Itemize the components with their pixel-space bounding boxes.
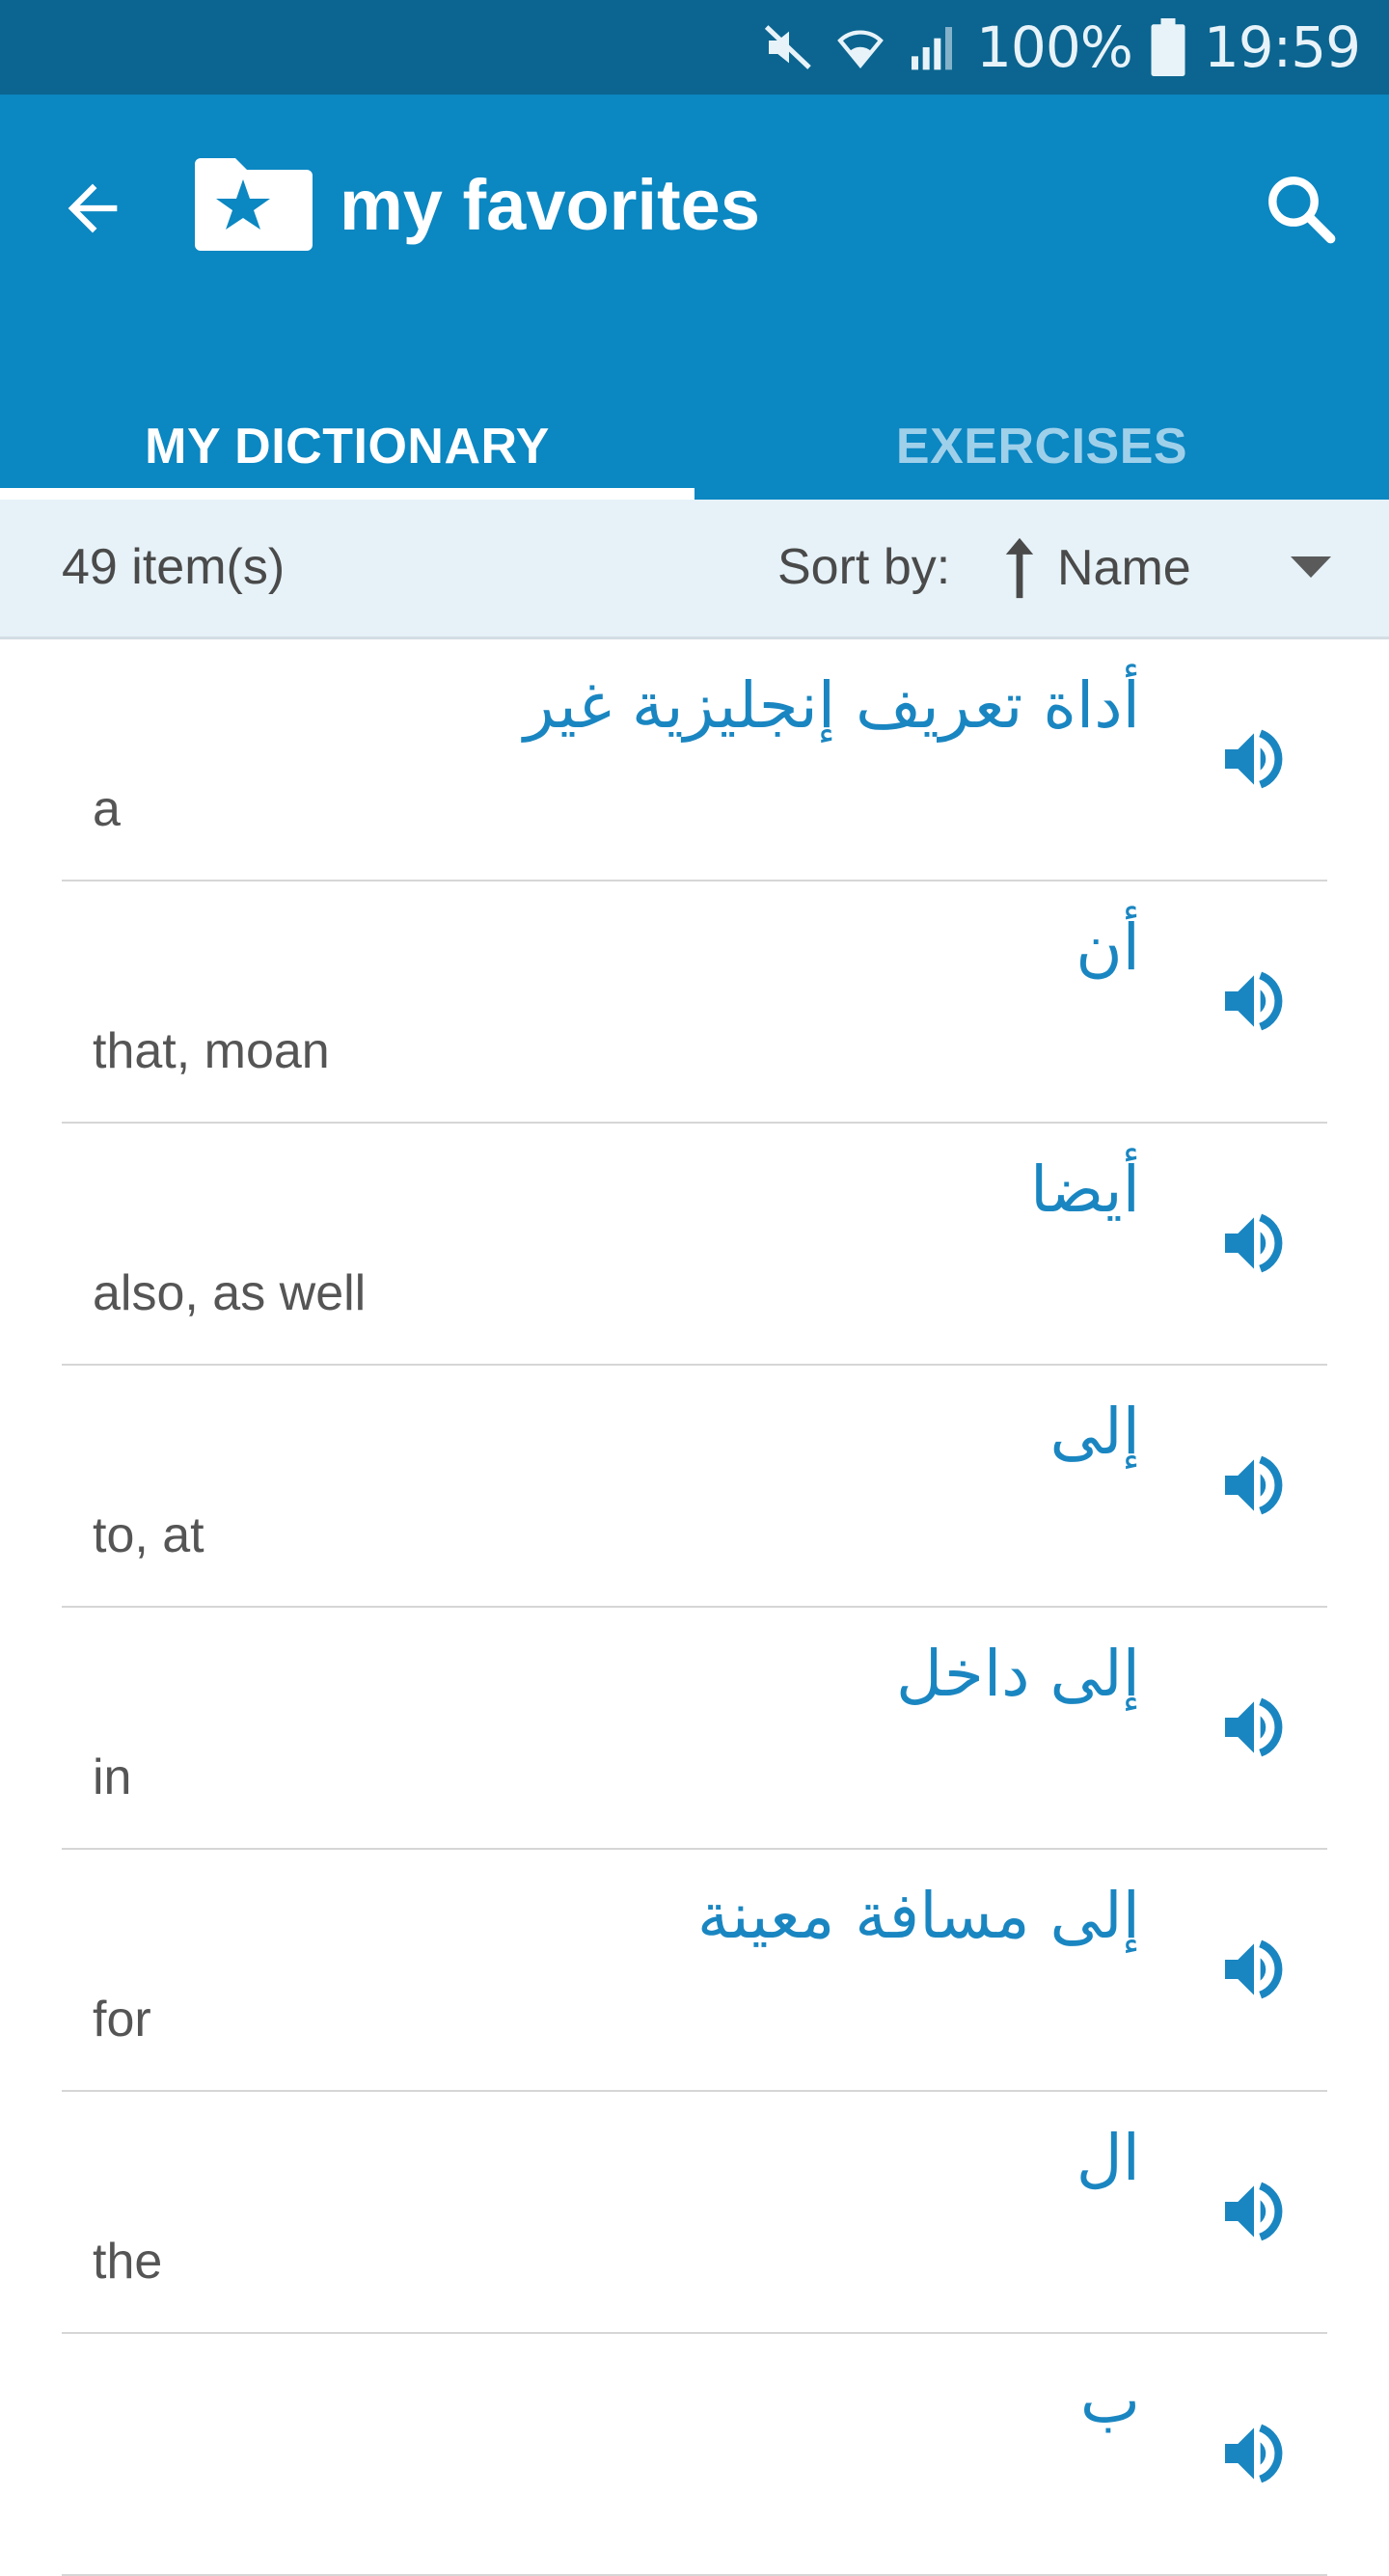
speaker-icon[interactable] [1215, 963, 1293, 1040]
list-item[interactable]: إلى to, at [62, 1366, 1327, 1608]
english-translation: also, as well [93, 1265, 367, 1321]
sort-value: Name [1057, 540, 1191, 596]
english-translation: a [93, 781, 121, 837]
speaker-icon[interactable] [1215, 1205, 1293, 1282]
dropdown-arrow-icon [1291, 556, 1331, 578]
clock: 19:59 [1203, 14, 1361, 80]
list-item[interactable]: أداة تعريف إنجليزية غير a [62, 639, 1327, 881]
list-item[interactable]: إلى مسافة معينة for [62, 1850, 1327, 2092]
star-folder-icon [195, 158, 313, 251]
mute-icon [762, 20, 816, 74]
status-bar: 100% 19:59 [0, 0, 1389, 95]
arabic-word: ال [1076, 2121, 1140, 2195]
speaker-icon[interactable] [1215, 2415, 1293, 2492]
speaker-icon[interactable] [1215, 1931, 1293, 2008]
tab-exercises[interactable]: EXERCISES [694, 393, 1389, 500]
list-item[interactable]: ب [62, 2334, 1327, 2576]
arabic-word: إلى مسافة معينة [696, 1879, 1140, 1953]
sort-label: Sort by: [777, 539, 951, 595]
app-bar: my favorites MY DICTIONARY EXERCISES [0, 95, 1389, 500]
arabic-word: أن [1076, 910, 1140, 985]
english-translation: to, at [93, 1507, 204, 1563]
tab-my-dictionary[interactable]: MY DICTIONARY [0, 393, 694, 500]
speaker-icon[interactable] [1215, 1447, 1293, 1524]
list-item[interactable]: أن that, moan [62, 881, 1327, 1124]
arabic-word: أداة تعريف إنجليزية غير [524, 668, 1140, 743]
list-item[interactable]: أيضا also, as well [62, 1124, 1327, 1366]
list-item[interactable]: ال the [62, 2092, 1327, 2334]
search-icon[interactable] [1260, 168, 1341, 249]
active-tab-indicator [0, 488, 694, 500]
speaker-icon[interactable] [1215, 1689, 1293, 1766]
sort-bar: 49 item(s) Sort by: Name [0, 500, 1389, 639]
page-title: my favorites [340, 165, 760, 245]
sort-ascending-icon [1005, 537, 1034, 599]
arabic-word: ب [1079, 2363, 1140, 2437]
wifi-icon [833, 20, 887, 74]
english-translation: in [93, 1749, 132, 1805]
battery-percent: 100% [976, 14, 1133, 80]
battery-icon [1150, 18, 1186, 76]
tab-label: EXERCISES [895, 419, 1188, 475]
back-arrow-icon[interactable] [56, 172, 129, 245]
english-translation: for [93, 1992, 151, 2047]
tab-label: MY DICTIONARY [145, 419, 550, 475]
arabic-word: إلى داخل [896, 1637, 1140, 1711]
word-list: أداة تعريف إنجليزية غير a أن that, moan … [0, 639, 1389, 2576]
list-item[interactable]: إلى داخل in [62, 1608, 1327, 1850]
item-count: 49 item(s) [62, 539, 286, 595]
arabic-word: إلى [1049, 1395, 1140, 1469]
english-translation: the [93, 2234, 163, 2290]
status-icons: 100% 19:59 [762, 0, 1361, 95]
speaker-icon[interactable] [1215, 720, 1293, 798]
english-translation: that, moan [93, 1023, 330, 1079]
speaker-icon[interactable] [1215, 2173, 1293, 2250]
arabic-word: أيضا [1029, 1152, 1140, 1227]
signal-icon [905, 20, 959, 74]
sort-dropdown[interactable]: Name [1003, 525, 1331, 611]
tab-bar: MY DICTIONARY EXERCISES [0, 393, 1389, 500]
